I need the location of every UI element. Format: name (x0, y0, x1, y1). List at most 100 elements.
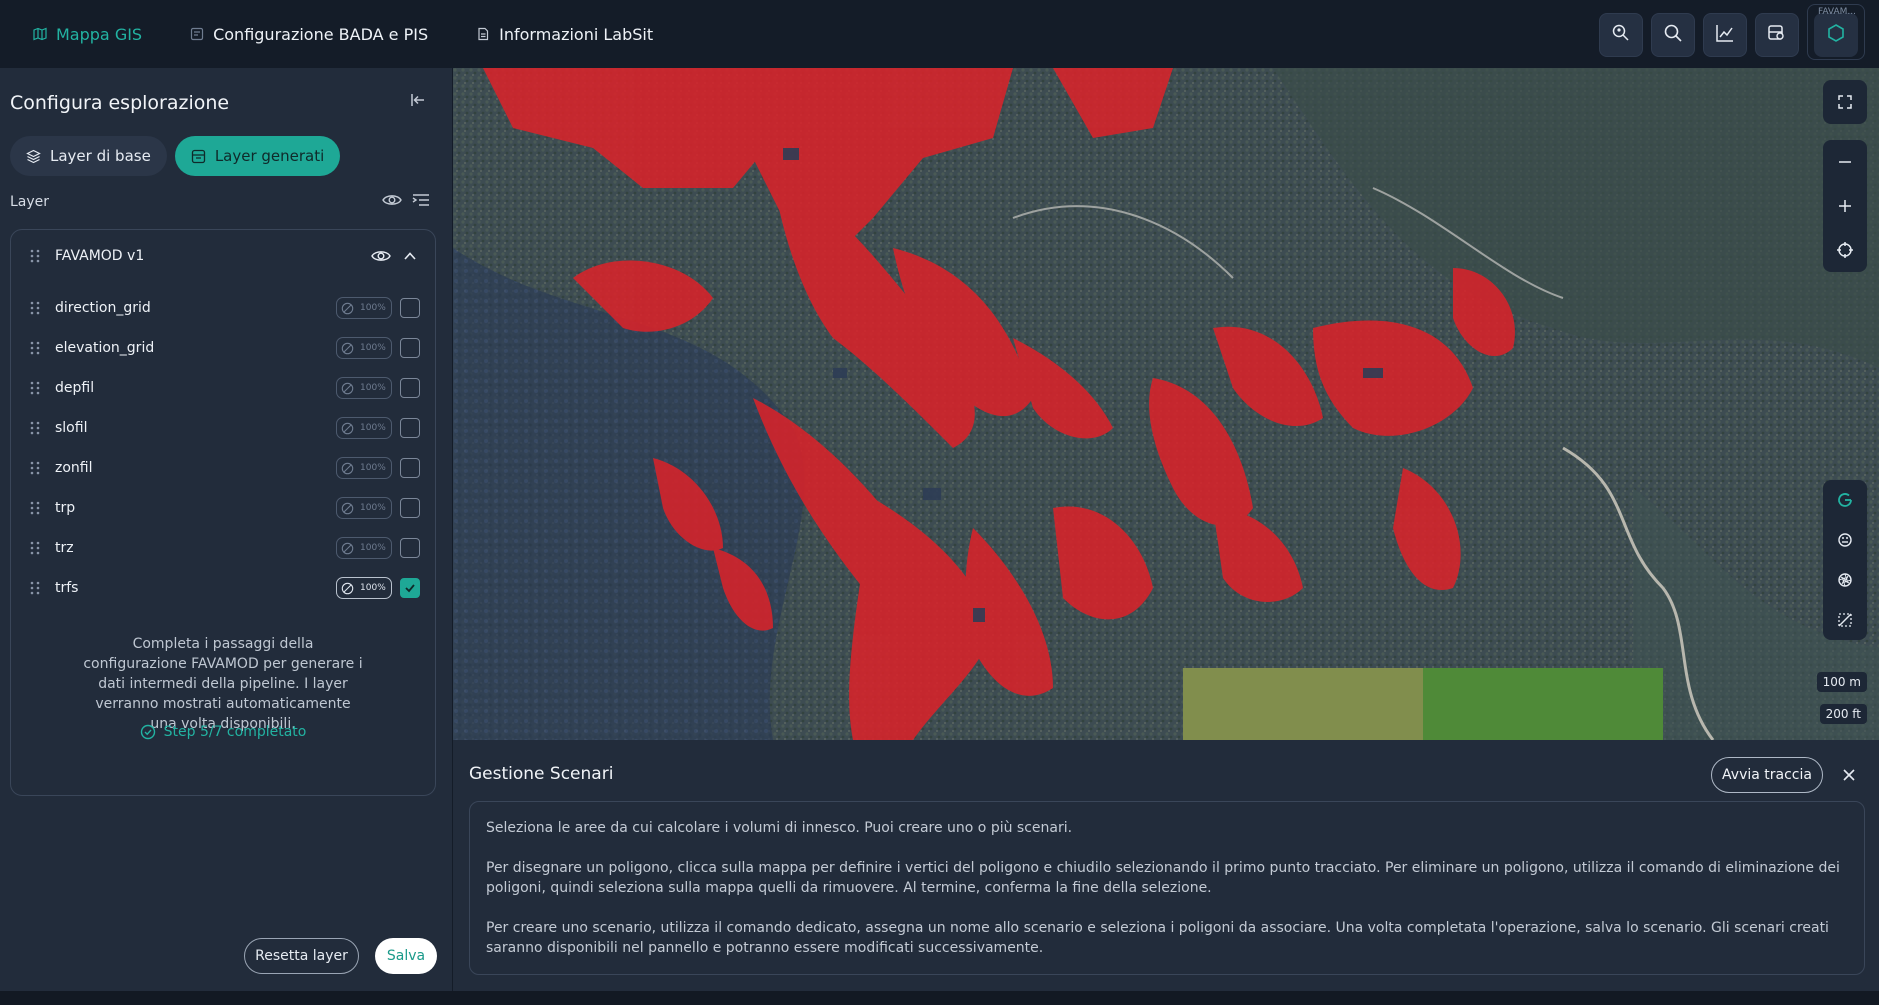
map-view[interactable]: 100 m 200 ft (453, 68, 1879, 740)
map-zoom-control (1823, 140, 1867, 272)
layer-row[interactable]: elevation_grid 100% (11, 328, 435, 368)
zoom-in-button[interactable] (1823, 184, 1867, 228)
reset-layer-button[interactable]: Resetta layer (244, 938, 359, 974)
hexagon-icon (1826, 23, 1846, 47)
layer-row[interactable]: zonfil 100% (11, 448, 435, 488)
tab-layer-di-base[interactable]: Layer di base (10, 136, 167, 176)
instruction-paragraph: Seleziona le aree da cui calcolare i vol… (486, 820, 1073, 836)
layer-row[interactable]: depfil 100% (11, 368, 435, 408)
opacity-value: 100 (360, 303, 378, 313)
chart-button[interactable] (1703, 13, 1747, 57)
list-indent-icon (412, 194, 429, 206)
favamod-inner (1814, 13, 1858, 57)
drag-handle-icon[interactable] (29, 420, 41, 436)
nav-mappa-gis[interactable]: Mappa GIS (33, 25, 142, 44)
opacity-icon (341, 502, 354, 515)
google-layer-button[interactable] (1823, 480, 1867, 520)
opacity-control[interactable]: 100% (336, 377, 392, 399)
collapse-left-icon (410, 92, 426, 112)
percent-sign: % (377, 303, 386, 313)
instruction-paragraph: Per creare uno scenario, utilizza il com… (486, 920, 1829, 956)
stack-icon (26, 149, 41, 164)
drag-handle-icon[interactable] (29, 380, 41, 396)
group-visibility-button[interactable] (371, 248, 391, 264)
close-scenari-button[interactable] (1838, 764, 1860, 786)
drag-handle-icon[interactable] (29, 460, 41, 476)
layer-name: slofil (55, 420, 88, 436)
layer-row[interactable]: slofil 100% (11, 408, 435, 448)
layer-row[interactable]: direction_grid 100% (11, 288, 435, 328)
locate-button[interactable] (1823, 228, 1867, 272)
tab-layer-generati[interactable]: Layer generati (174, 136, 341, 176)
tab-layer-generati-label: Layer generati (214, 147, 325, 165)
sidebar-title: Configura esplorazione (10, 92, 230, 114)
config-icon (190, 27, 204, 41)
fullscreen-button[interactable] (1823, 80, 1867, 124)
layer-checkbox[interactable] (400, 378, 420, 398)
zoom-out-button[interactable] (1823, 140, 1867, 184)
opacity-control[interactable]: 100% (336, 417, 392, 439)
draw-polygon-button[interactable] (1823, 520, 1867, 560)
layer-checkbox[interactable] (400, 458, 420, 478)
layer-checkbox[interactable] (400, 538, 420, 558)
toolbar-right: FAVAM... (1591, 4, 1865, 60)
close-icon (1843, 769, 1855, 781)
toggle-all-visibility-button[interactable] (382, 192, 402, 208)
layer-group-header[interactable]: FAVAMOD v1 (11, 230, 435, 282)
opacity-control[interactable]: 100% (336, 537, 392, 559)
nav-configurazione[interactable]: Configurazione BADA e PIS (190, 25, 428, 44)
drag-handle-icon[interactable] (29, 340, 41, 356)
opacity-control[interactable]: 100% (336, 457, 392, 479)
layer-checkbox[interactable] (400, 418, 420, 438)
layer-checkbox[interactable] (400, 498, 420, 518)
layer-row[interactable]: trfs 100% (11, 568, 435, 608)
sidebar: Configura esplorazione Layer di base Lay… (0, 68, 452, 991)
layer-checkbox[interactable] (400, 578, 420, 598)
chart-icon (1715, 23, 1735, 47)
layer-row[interactable]: trp 100% (11, 488, 435, 528)
checkmark-icon (405, 584, 415, 593)
map-fullscreen-control (1823, 80, 1867, 124)
search-location-button[interactable] (1599, 13, 1643, 57)
layer-name: elevation_grid (55, 340, 155, 356)
drag-handle-icon[interactable] (29, 300, 41, 316)
opacity-control[interactable]: 100% (336, 337, 392, 359)
plus-icon (1839, 200, 1851, 212)
drag-handle-icon[interactable] (29, 248, 41, 264)
search-icon (1663, 23, 1683, 47)
scenari-panel: Gestione Scenari Avvia traccia Seleziona… (453, 740, 1879, 991)
layer-name: trz (55, 540, 74, 556)
favamod-mini-label: FAVAM... (1817, 7, 1856, 17)
scenario-button[interactable] (1823, 560, 1867, 600)
group-collapse-button[interactable] (403, 249, 417, 263)
drag-handle-icon[interactable] (29, 540, 41, 556)
bottom-strip (0, 991, 1879, 1005)
minus-icon (1839, 161, 1851, 163)
layer-checkbox[interactable] (400, 298, 420, 318)
favamod-module-button[interactable]: FAVAM... (1807, 4, 1865, 60)
layer-row[interactable]: trz 100% (11, 528, 435, 568)
delete-polygon-button[interactable] (1823, 600, 1867, 640)
nav-informazioni[interactable]: Informazioni LabSit (476, 25, 653, 44)
layer-list-options-button[interactable] (412, 192, 430, 208)
layers-search-button[interactable] (1755, 13, 1799, 57)
opacity-icon (341, 582, 354, 595)
layer-tabs: Layer di base Layer generati (10, 136, 348, 176)
generated-layer-icon (191, 149, 206, 164)
save-button[interactable]: Salva (375, 938, 437, 974)
opacity-control[interactable]: 100% (336, 297, 392, 319)
percent-sign: % (377, 383, 386, 393)
aperture-icon (1838, 573, 1852, 587)
search-button[interactable] (1651, 13, 1695, 57)
map-draw-controls (1823, 480, 1867, 640)
palette-icon (1838, 533, 1852, 547)
check-circle-icon (140, 724, 156, 740)
drag-handle-icon[interactable] (29, 580, 41, 596)
layer-checkbox[interactable] (400, 338, 420, 358)
opacity-control[interactable]: 100% (336, 497, 392, 519)
avvia-traccia-button[interactable]: Avvia traccia (1711, 757, 1823, 793)
satellite-imagery (453, 68, 1879, 740)
opacity-control[interactable]: 100% (336, 577, 392, 599)
collapse-sidebar-button[interactable] (408, 92, 428, 112)
drag-handle-icon[interactable] (29, 500, 41, 516)
